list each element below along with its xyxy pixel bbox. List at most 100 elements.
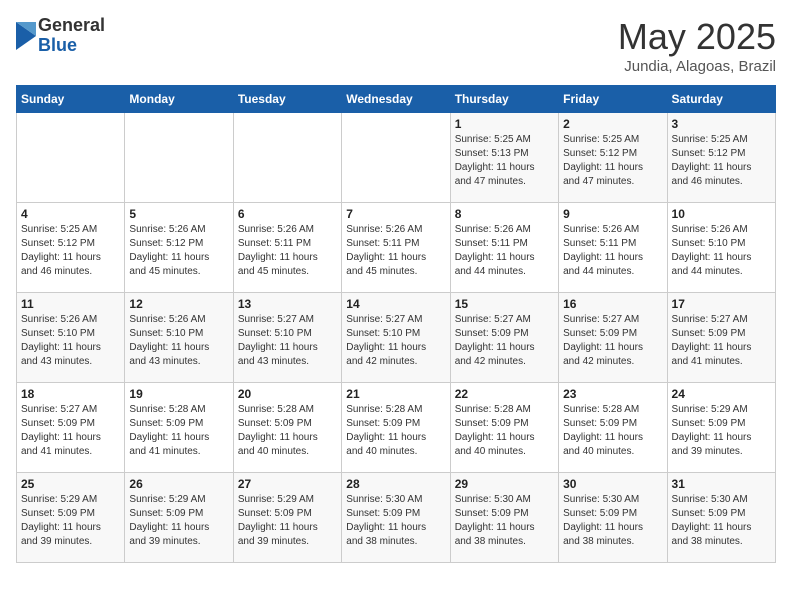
day-number: 25 — [21, 477, 120, 491]
day-number: 15 — [455, 297, 554, 311]
day-number: 23 — [563, 387, 662, 401]
calendar-cell: 28Sunrise: 5:30 AM Sunset: 5:09 PM Dayli… — [342, 473, 450, 563]
day-info: Sunrise: 5:29 AM Sunset: 5:09 PM Dayligh… — [238, 493, 337, 549]
calendar-cell: 1 Sunrise: 5:25 AM Sunset: 5:13 PM Daylig… — [450, 113, 558, 203]
day-number: 1 — [455, 117, 554, 131]
weekday-header: Tuesday — [233, 86, 341, 113]
day-number: 26 — [129, 477, 228, 491]
calendar-cell: 10 Sunrise: 5:26 AM Sunset: 5:10 PM Dayli… — [667, 203, 775, 293]
day-info: Sunrise: 5:25 AM Sunset: 5:12 PM Dayligh… — [672, 133, 771, 189]
day-number: 10 — [672, 207, 771, 221]
day-info: Sunrise: 5:26 AM Sunset: 5:12 PM Dayligh… — [129, 223, 228, 279]
calendar-week-row: 1 Sunrise: 5:25 AM Sunset: 5:13 PM Daylig… — [17, 113, 776, 203]
day-info: Sunrise: 5:28 AM Sunset: 5:09 PM Dayligh… — [346, 403, 445, 459]
calendar-cell: 5 Sunrise: 5:26 AM Sunset: 5:12 PM Daylig… — [125, 203, 233, 293]
day-number: 9 — [563, 207, 662, 221]
day-info: Sunrise: 5:27 AM Sunset: 5:09 PM Dayligh… — [563, 313, 662, 369]
day-info: Sunrise: 5:27 AM Sunset: 5:10 PM Dayligh… — [346, 313, 445, 369]
day-number: 20 — [238, 387, 337, 401]
weekday-header: Thursday — [450, 86, 558, 113]
day-info: Sunrise: 5:27 AM Sunset: 5:10 PM Dayligh… — [238, 313, 337, 369]
calendar-cell: 8Sunrise: 5:26 AM Sunset: 5:11 PM Daylig… — [450, 203, 558, 293]
day-info: Sunrise: 5:26 AM Sunset: 5:10 PM Dayligh… — [672, 223, 771, 279]
day-number: 4 — [21, 207, 120, 221]
day-info: Sunrise: 5:29 AM Sunset: 5:09 PM Dayligh… — [672, 403, 771, 459]
day-number: 3 — [672, 117, 771, 131]
day-info: Sunrise: 5:29 AM Sunset: 5:09 PM Dayligh… — [21, 493, 120, 549]
day-info: Sunrise: 5:28 AM Sunset: 5:09 PM Dayligh… — [455, 403, 554, 459]
day-info: Sunrise: 5:27 AM Sunset: 5:09 PM Dayligh… — [455, 313, 554, 369]
day-number: 13 — [238, 297, 337, 311]
logo-general-text: General — [38, 16, 105, 36]
calendar-cell: 13 Sunrise: 5:27 AM Sunset: 5:10 PM Dayli… — [233, 293, 341, 383]
day-number: 11 — [21, 297, 120, 311]
calendar-cell — [125, 113, 233, 203]
logo-blue-text: Blue — [38, 36, 105, 56]
day-info: Sunrise: 5:26 AM Sunset: 5:11 PM Dayligh… — [238, 223, 337, 279]
calendar-cell: 9 Sunrise: 5:26 AM Sunset: 5:11 PM Daylig… — [559, 203, 667, 293]
day-number: 30 — [563, 477, 662, 491]
day-info: Sunrise: 5:28 AM Sunset: 5:09 PM Dayligh… — [238, 403, 337, 459]
day-number: 18 — [21, 387, 120, 401]
logo-icon — [16, 22, 36, 50]
day-info: Sunrise: 5:28 AM Sunset: 5:09 PM Dayligh… — [563, 403, 662, 459]
day-info: Sunrise: 5:26 AM Sunset: 5:11 PM Dayligh… — [563, 223, 662, 279]
day-number: 29 — [455, 477, 554, 491]
day-number: 27 — [238, 477, 337, 491]
calendar-table: SundayMondayTuesdayWednesdayThursdayFrid… — [16, 85, 776, 563]
calendar-week-row: 4Sunrise: 5:25 AM Sunset: 5:12 PM Daylig… — [17, 203, 776, 293]
calendar-cell: 30 Sunrise: 5:30 AM Sunset: 5:09 PM Dayli… — [559, 473, 667, 563]
calendar-cell: 21 Sunrise: 5:28 AM Sunset: 5:09 PM Dayli… — [342, 383, 450, 473]
day-info: Sunrise: 5:26 AM Sunset: 5:11 PM Dayligh… — [346, 223, 445, 279]
calendar-cell: 31Sunrise: 5:30 AM Sunset: 5:09 PM Dayli… — [667, 473, 775, 563]
calendar-cell: 25 Sunrise: 5:29 AM Sunset: 5:09 PM Dayli… — [17, 473, 125, 563]
weekday-header: Wednesday — [342, 86, 450, 113]
calendar-cell: 6 Sunrise: 5:26 AM Sunset: 5:11 PM Daylig… — [233, 203, 341, 293]
calendar-cell: 18 Sunrise: 5:27 AM Sunset: 5:09 PM Dayli… — [17, 383, 125, 473]
calendar-cell: 3 Sunrise: 5:25 AM Sunset: 5:12 PM Daylig… — [667, 113, 775, 203]
calendar-cell: 12 Sunrise: 5:26 AM Sunset: 5:10 PM Dayli… — [125, 293, 233, 383]
day-info: Sunrise: 5:30 AM Sunset: 5:09 PM Dayligh… — [672, 493, 771, 549]
day-info: Sunrise: 5:26 AM Sunset: 5:11 PM Dayligh… — [455, 223, 554, 279]
calendar-cell: 19 Sunrise: 5:28 AM Sunset: 5:09 PM Dayli… — [125, 383, 233, 473]
day-info: Sunrise: 5:26 AM Sunset: 5:10 PM Dayligh… — [21, 313, 120, 369]
calendar-cell: 17Sunrise: 5:27 AM Sunset: 5:09 PM Dayli… — [667, 293, 775, 383]
calendar-cell: 16 Sunrise: 5:27 AM Sunset: 5:09 PM Dayli… — [559, 293, 667, 383]
month-title: May 2025 — [618, 16, 776, 58]
day-number: 5 — [129, 207, 228, 221]
calendar-cell: 15 Sunrise: 5:27 AM Sunset: 5:09 PM Dayli… — [450, 293, 558, 383]
logo: General Blue — [16, 16, 105, 56]
calendar-week-row: 25 Sunrise: 5:29 AM Sunset: 5:09 PM Dayli… — [17, 473, 776, 563]
calendar-cell: 27 Sunrise: 5:29 AM Sunset: 5:09 PM Dayli… — [233, 473, 341, 563]
weekday-header: Monday — [125, 86, 233, 113]
day-info: Sunrise: 5:30 AM Sunset: 5:09 PM Dayligh… — [346, 493, 445, 549]
calendar-cell: 23 Sunrise: 5:28 AM Sunset: 5:09 PM Dayli… — [559, 383, 667, 473]
calendar-cell — [342, 113, 450, 203]
day-number: 2 — [563, 117, 662, 131]
day-info: Sunrise: 5:30 AM Sunset: 5:09 PM Dayligh… — [563, 493, 662, 549]
day-number: 21 — [346, 387, 445, 401]
day-info: Sunrise: 5:25 AM Sunset: 5:13 PM Dayligh… — [455, 133, 554, 189]
day-number: 22 — [455, 387, 554, 401]
location-subtitle: Jundia, Alagoas, Brazil — [618, 58, 776, 75]
day-info: Sunrise: 5:26 AM Sunset: 5:10 PM Dayligh… — [129, 313, 228, 369]
calendar-cell — [17, 113, 125, 203]
day-number: 14 — [346, 297, 445, 311]
calendar-cell: 2Sunrise: 5:25 AM Sunset: 5:12 PM Daylig… — [559, 113, 667, 203]
day-number: 7 — [346, 207, 445, 221]
calendar-week-row: 11 Sunrise: 5:26 AM Sunset: 5:10 PM Dayli… — [17, 293, 776, 383]
day-number: 6 — [238, 207, 337, 221]
calendar-cell: 26Sunrise: 5:29 AM Sunset: 5:09 PM Dayli… — [125, 473, 233, 563]
calendar-cell: 7 Sunrise: 5:26 AM Sunset: 5:11 PM Daylig… — [342, 203, 450, 293]
day-number: 24 — [672, 387, 771, 401]
calendar-cell: 11 Sunrise: 5:26 AM Sunset: 5:10 PM Dayli… — [17, 293, 125, 383]
day-number: 19 — [129, 387, 228, 401]
calendar-cell: 4Sunrise: 5:25 AM Sunset: 5:12 PM Daylig… — [17, 203, 125, 293]
calendar-cell: 24 Sunrise: 5:29 AM Sunset: 5:09 PM Dayli… — [667, 383, 775, 473]
day-info: Sunrise: 5:27 AM Sunset: 5:09 PM Dayligh… — [672, 313, 771, 369]
day-info: Sunrise: 5:27 AM Sunset: 5:09 PM Dayligh… — [21, 403, 120, 459]
day-number: 16 — [563, 297, 662, 311]
day-info: Sunrise: 5:28 AM Sunset: 5:09 PM Dayligh… — [129, 403, 228, 459]
day-number: 12 — [129, 297, 228, 311]
calendar-cell: 20 Sunrise: 5:28 AM Sunset: 5:09 PM Dayli… — [233, 383, 341, 473]
